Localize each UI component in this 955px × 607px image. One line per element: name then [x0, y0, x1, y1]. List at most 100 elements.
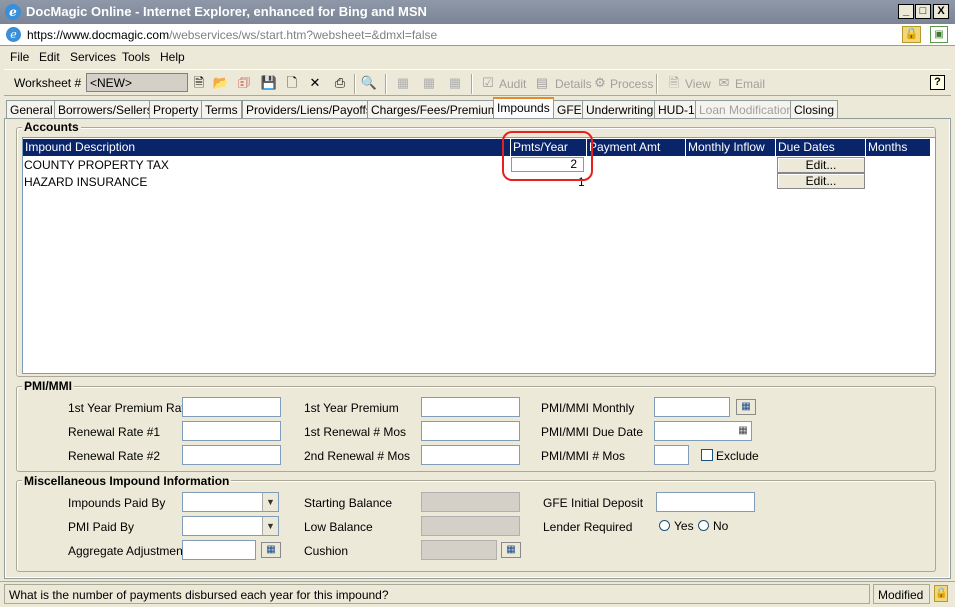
menu-tools[interactable]: Tools [122, 50, 150, 64]
new-document-icon[interactable]: 🗎 [190, 74, 208, 92]
tab-property[interactable]: Property [149, 100, 203, 118]
url-scheme: https:// [27, 28, 64, 42]
due-dates-edit-button[interactable]: Edit... [777, 157, 865, 173]
security-lock-icon[interactable]: 🔒 [902, 26, 921, 43]
details-icon: ▤ [535, 75, 549, 90]
low-balance-label: Low Balance [304, 520, 373, 534]
minimize-button[interactable]: _ [898, 4, 914, 19]
highlight-annotation [502, 131, 593, 181]
aggregate-adjustment-input[interactable] [182, 540, 256, 560]
pmi-due-date-input[interactable]: ▦ [654, 421, 752, 441]
calculator-icon[interactable]: ▦ [501, 542, 521, 558]
renewal-rate-2-label: Renewal Rate #2 [68, 449, 161, 463]
pmi-num-mos-label: PMI/MMI # Mos [541, 449, 626, 463]
pmi-due-date-label: PMI/MMI Due Date [541, 425, 644, 439]
email-icon: ✉ [718, 75, 730, 90]
renewal-rate-2-input[interactable] [182, 445, 281, 465]
print-icon[interactable]: ⎙ [331, 74, 349, 92]
chevron-down-icon[interactable]: ▼ [262, 493, 278, 511]
maximize-button[interactable]: □ [915, 4, 931, 19]
tab-underwriting[interactable]: Underwriting [582, 100, 658, 118]
close-button[interactable]: X [933, 4, 949, 19]
first-renewal-mos-input[interactable] [421, 421, 520, 441]
tab-terms[interactable]: Terms [201, 100, 242, 118]
tab-closing[interactable]: Closing [790, 100, 839, 118]
menu-bar: File Edit Services Tools Help [0, 47, 955, 67]
menu-edit[interactable]: Edit [39, 50, 60, 64]
audit-icon: ☑ [482, 75, 494, 90]
details-button[interactable]: Details [555, 77, 592, 91]
tab-borrowers-sellers[interactable]: Borrowers/Sellers [54, 100, 157, 118]
compatibility-icon[interactable]: ▣ [930, 26, 948, 43]
delete-icon[interactable]: ✕ [306, 74, 324, 92]
renewal-rate-1-input[interactable] [182, 421, 281, 441]
import-icon[interactable]: 🗊 [235, 74, 253, 92]
tab-charges[interactable]: Charges/Fees/Premiums [367, 100, 508, 118]
address-url[interactable]: https://www.docmagic.com/webservices/ws/… [27, 28, 437, 42]
second-renewal-mos-input[interactable] [421, 445, 520, 465]
status-bar: What is the number of payments disbursed… [0, 581, 955, 607]
worksheet-number-field[interactable]: <NEW> [86, 73, 188, 92]
misc-title: Miscellaneous Impound Information [22, 474, 232, 488]
page-icon: e [6, 27, 21, 42]
email-button[interactable]: Email [735, 77, 765, 91]
col-monthly-inflow[interactable]: Monthly Inflow [686, 139, 776, 156]
chevron-down-icon[interactable]: ▼ [262, 517, 278, 535]
first-renewal-mos-label: 1st Renewal # Mos [304, 425, 407, 439]
tab-strip: General Borrowers/Sellers Property Terms… [4, 97, 951, 119]
col-months[interactable]: Months [866, 139, 931, 156]
tab-gfe[interactable]: GFE [553, 100, 586, 118]
cushion-input [421, 540, 497, 560]
lender-required-yes-radio[interactable] [659, 520, 670, 531]
pmi-title: PMI/MMI [22, 379, 74, 393]
first-year-premium-input[interactable] [421, 397, 520, 417]
gfe-initial-deposit-input[interactable] [656, 492, 755, 512]
audit-button[interactable]: Audit [499, 77, 526, 91]
calendar-icon[interactable]: ▦ [736, 423, 750, 439]
process-button[interactable]: Process [610, 77, 653, 91]
aggregate-adjustment-label: Aggregate Adjustment [68, 544, 187, 558]
view-icon: 🗎 [668, 75, 680, 90]
url-host: www.docmagic.com [63, 28, 170, 42]
yes-label: Yes [674, 519, 694, 533]
calculator-icon[interactable]: ▦ [261, 542, 281, 558]
first-year-rate-input[interactable] [182, 397, 281, 417]
row-description[interactable]: COUNTY PROPERTY TAX [24, 158, 169, 172]
search-icon[interactable]: 🔍 [360, 74, 378, 92]
calculator-icon[interactable]: ▦ [736, 399, 756, 415]
pmi-monthly-label: PMI/MMI Monthly [541, 401, 635, 415]
open-folder-icon[interactable]: 📂 [212, 74, 230, 92]
tab-providers[interactable]: Providers/Liens/Payoffs [242, 100, 376, 118]
pmi-monthly-input[interactable] [654, 397, 730, 417]
grid-icon: ▦ [396, 75, 410, 90]
tab-general[interactable]: General [6, 100, 57, 118]
toolbar-separator [471, 74, 473, 94]
help-icon[interactable]: ? [930, 75, 945, 90]
exclude-checkbox[interactable] [701, 449, 713, 461]
process-icon: ⚙ [594, 75, 606, 90]
view-button[interactable]: View [685, 77, 711, 91]
row-description[interactable]: HAZARD INSURANCE [24, 175, 147, 189]
menu-file[interactable]: File [10, 50, 29, 64]
menu-services[interactable]: Services [70, 50, 116, 64]
renewal-rate-1-label: Renewal Rate #1 [68, 425, 161, 439]
col-payment-amt[interactable]: Payment Amt [587, 139, 686, 156]
no-label: No [713, 519, 729, 533]
menu-help[interactable]: Help [160, 50, 185, 64]
due-dates-edit-button[interactable]: Edit... [777, 173, 865, 189]
col-impound-description[interactable]: Impound Description [23, 139, 511, 156]
pmi-paid-by-label: PMI Paid By [68, 520, 135, 534]
address-bar[interactable]: e https://www.docmagic.com/webservices/w… [0, 24, 955, 46]
ie-logo-icon: e [5, 4, 21, 20]
col-due-dates[interactable]: Due Dates [776, 139, 866, 156]
tab-impounds[interactable]: Impounds [493, 97, 554, 118]
pmi-paid-by-select[interactable]: ▼ [182, 516, 279, 536]
impounds-paid-by-select[interactable]: ▼ [182, 492, 279, 512]
toolbar: Worksheet # <NEW> 🗎 📂 🗊 💾 🗋 ✕ ⎙ 🔍 ▦ ▦ ▦ … [4, 69, 951, 96]
pmi-num-mos-input[interactable] [654, 445, 689, 465]
save-as-icon[interactable]: 🗋 [283, 74, 301, 92]
gfe-initial-deposit-label: GFE Initial Deposit [543, 496, 644, 510]
tab-hud1[interactable]: HUD-1 [654, 100, 699, 118]
lender-required-no-radio[interactable] [698, 520, 709, 531]
save-icon[interactable]: 💾 [260, 74, 278, 92]
